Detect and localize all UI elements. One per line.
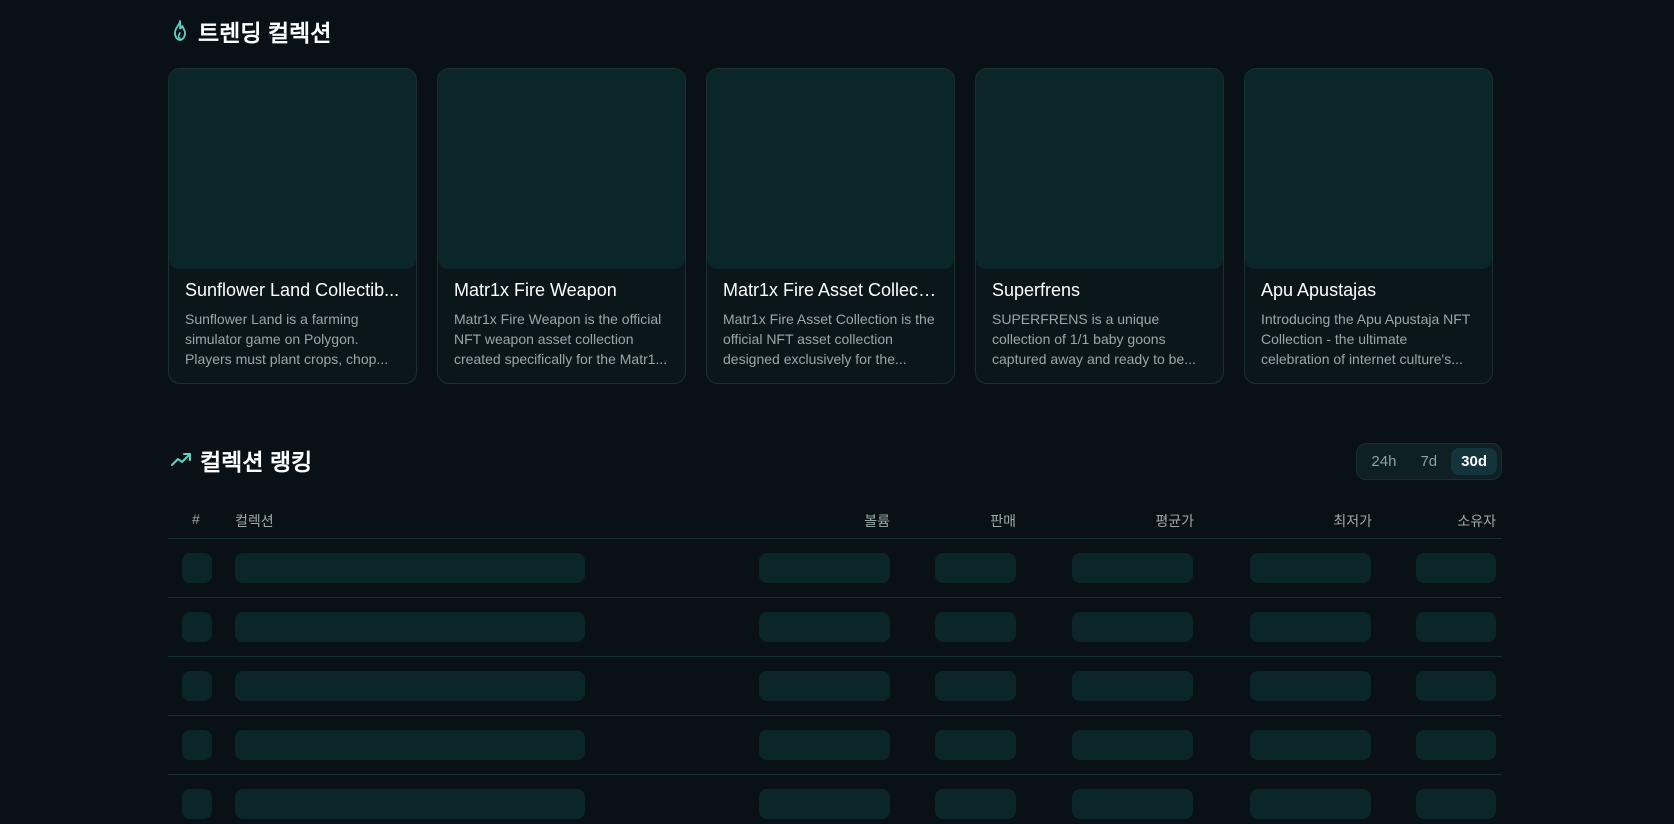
skeleton-avg-price <box>1072 789 1193 819</box>
ranking-section-heading: 컬렉션 랭킹 <box>170 445 312 475</box>
collection-card[interactable]: Matr1x Fire Weapon Matr1x Fire Weapon is… <box>437 68 686 384</box>
skeleton-sales <box>935 612 1016 642</box>
collection-card[interactable]: Superfrens SUPERFRENS is a unique collec… <box>975 68 1224 384</box>
skeleton-volume <box>759 553 890 583</box>
skeleton-rank <box>182 671 212 701</box>
trending-section-heading: 트렌딩 컬렉션 <box>170 16 331 46</box>
skeleton-owners <box>1416 553 1496 583</box>
skeleton-collection <box>235 612 585 642</box>
column-header-owners[interactable]: 소유자 <box>1457 511 1496 531</box>
trending-title: 트렌딩 컬렉션 <box>198 20 332 46</box>
skeleton-sales <box>935 789 1016 819</box>
ranking-title: 컬렉션 랭킹 <box>200 449 313 475</box>
table-header: # 컬렉션 볼륨 판매 평균가 최저가 소유자 <box>168 503 1502 539</box>
column-header-avg-price[interactable]: 평균가 <box>1155 511 1194 531</box>
skeleton-rank <box>182 789 212 819</box>
collection-card-description: Matr1x Fire Weapon is the official NFT w… <box>454 311 668 367</box>
collection-card-title: Superfrens <box>992 280 1081 300</box>
collection-card-description: SUPERFRENS is a unique collection of 1/1… <box>992 311 1196 367</box>
skeleton-collection <box>235 553 585 583</box>
skeleton-collection <box>235 671 585 701</box>
collection-image-placeholder <box>169 69 416 269</box>
collection-card[interactable]: Matr1x Fire Asset Collect... Matr1x Fire… <box>706 68 955 384</box>
skeleton-floor-price <box>1250 789 1371 819</box>
column-header-floor-price[interactable]: 최저가 <box>1333 511 1372 531</box>
skeleton-owners <box>1416 671 1496 701</box>
skeleton-volume <box>759 789 890 819</box>
collection-image-placeholder <box>707 69 954 269</box>
skeleton-avg-price <box>1072 730 1193 760</box>
collection-image-placeholder <box>976 69 1223 269</box>
column-header-volume[interactable]: 볼륨 <box>864 511 890 531</box>
skeleton-rank <box>182 553 212 583</box>
skeleton-rank <box>182 612 212 642</box>
collection-card-description: Introducing the Apu Apustaja NFT Collect… <box>1261 311 1471 367</box>
ranking-table: # 컬렉션 볼륨 판매 평균가 최저가 소유자 <box>168 503 1502 824</box>
collection-card-description: Matr1x Fire Asset Collection is the offi… <box>723 311 935 367</box>
time-filter-7d[interactable]: 7d <box>1410 448 1447 475</box>
skeleton-rank <box>182 730 212 760</box>
skeleton-owners <box>1416 612 1496 642</box>
collection-image-placeholder <box>1245 69 1492 269</box>
skeleton-volume <box>759 612 890 642</box>
trending-cards: Sunflower Land Collectib... Sunflower La… <box>168 68 1493 384</box>
table-row-skeleton <box>168 775 1502 824</box>
skeleton-floor-price <box>1250 671 1371 701</box>
table-row-skeleton <box>168 657 1502 716</box>
table-row-skeleton <box>168 598 1502 657</box>
column-header-collection: 컬렉션 <box>235 513 274 529</box>
skeleton-floor-price <box>1250 612 1371 642</box>
skeleton-floor-price <box>1250 730 1371 760</box>
skeleton-owners <box>1416 730 1496 760</box>
flame-icon <box>170 19 190 43</box>
skeleton-owners <box>1416 789 1496 819</box>
collection-card-title: Sunflower Land Collectib... <box>185 280 400 300</box>
collection-card[interactable]: Sunflower Land Collectib... Sunflower La… <box>168 68 417 384</box>
table-row-skeleton <box>168 716 1502 775</box>
collection-card-description: Sunflower Land is a farming simulator ga… <box>185 311 389 367</box>
skeleton-sales <box>935 553 1016 583</box>
collection-card-title: Apu Apustajas <box>1261 280 1377 300</box>
time-range-toggle: 24h 7d 30d <box>1356 443 1502 480</box>
skeleton-avg-price <box>1072 612 1193 642</box>
skeleton-sales <box>935 671 1016 701</box>
skeleton-collection <box>235 789 585 819</box>
skeleton-volume <box>759 730 890 760</box>
skeleton-avg-price <box>1072 553 1193 583</box>
skeleton-collection <box>235 730 585 760</box>
time-filter-24h[interactable]: 24h <box>1361 448 1406 475</box>
skeleton-floor-price <box>1250 553 1371 583</box>
collection-card-title: Matr1x Fire Weapon <box>454 280 617 300</box>
time-filter-30d[interactable]: 30d <box>1451 448 1497 475</box>
skeleton-sales <box>935 730 1016 760</box>
collection-image-placeholder <box>438 69 685 269</box>
trending-up-icon <box>170 449 192 471</box>
skeleton-volume <box>759 671 890 701</box>
page: 트렌딩 컬렉션 Sunflower Land Collectib... Sunf… <box>0 0 1674 824</box>
column-header-sales[interactable]: 판매 <box>990 511 1016 531</box>
skeleton-avg-price <box>1072 671 1193 701</box>
collection-card[interactable]: Apu Apustajas Introducing the Apu Apusta… <box>1244 68 1493 384</box>
table-row-skeleton <box>168 539 1502 598</box>
column-header-rank: # <box>192 511 200 527</box>
collection-card-title: Matr1x Fire Asset Collect... <box>723 280 938 300</box>
